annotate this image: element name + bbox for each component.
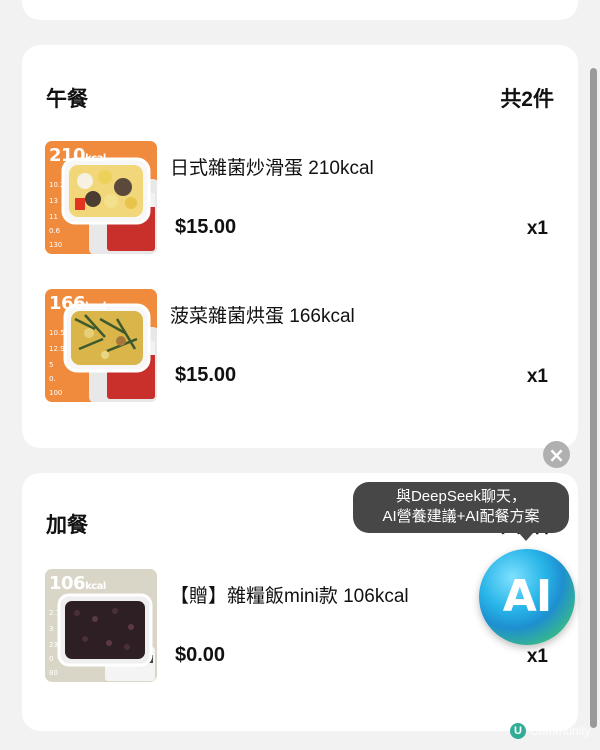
- svg-text:0: 0: [49, 655, 53, 663]
- ai-assistant-button[interactable]: AI: [479, 549, 575, 645]
- kcal-badge: 210kcal: [49, 145, 106, 166]
- watermark: U Community: [510, 723, 591, 739]
- list-item[interactable]: 10.5 12.9 5 0. 100 166kcal 菠菜雜菌烘蛋 166kca…: [45, 289, 558, 402]
- lunch-section-card: 午餐 共2件 10.2 13 11 0.6 130 210kcal 日式雜菌炒滑…: [22, 45, 578, 448]
- svg-text:130: 130: [49, 241, 62, 249]
- svg-text:3: 3: [49, 625, 53, 633]
- item-price: $15.00: [175, 364, 237, 386]
- community-logo-icon: U: [510, 723, 526, 739]
- svg-text:2.7: 2.7: [49, 609, 60, 617]
- tooltip-line-2: AI營養建議+AI配餐方案: [382, 508, 540, 525]
- item-price: $15.00: [175, 216, 237, 238]
- kcal-badge: 106kcal: [49, 573, 106, 594]
- ai-chat-tooltip[interactable]: 與DeepSeek聊天， AI營養建議+AI配餐方案: [353, 482, 569, 533]
- tooltip-line-1: 與DeepSeek聊天，: [395, 488, 527, 505]
- svg-text:23: 23: [49, 641, 58, 649]
- product-thumbnail[interactable]: 10.5 12.9 5 0. 100 166kcal: [45, 289, 157, 402]
- previous-section-card: [22, 0, 578, 20]
- tooltip-arrow: [518, 532, 534, 541]
- svg-text:11: 11: [49, 213, 58, 221]
- svg-text:10.5: 10.5: [49, 329, 65, 337]
- svg-text:5: 5: [49, 361, 53, 369]
- svg-text:13: 13: [49, 197, 58, 205]
- svg-text:0.: 0.: [49, 375, 56, 383]
- ai-fab-label: AI: [502, 571, 552, 622]
- svg-text:100: 100: [49, 389, 62, 397]
- section-title-extra: 加餐: [46, 514, 88, 537]
- product-thumbnail[interactable]: 10.2 13 11 0.6 130 210kcal: [45, 141, 157, 254]
- list-item[interactable]: 10.2 13 11 0.6 130 210kcal 日式雜菌炒滑蛋 210kc…: [45, 141, 558, 254]
- close-icon[interactable]: ×: [543, 441, 570, 468]
- item-name: 菠菜雜菌烘蛋 166kcal: [170, 306, 355, 327]
- section-count-lunch: 共2件: [500, 88, 554, 111]
- svg-text:10.2: 10.2: [49, 181, 65, 189]
- item-quantity: x1: [526, 218, 548, 239]
- item-name: 日式雜菌炒滑蛋 210kcal: [170, 158, 374, 179]
- kcal-badge: 166kcal: [49, 293, 106, 314]
- scrollbar[interactable]: [590, 68, 597, 728]
- item-quantity: x1: [526, 646, 548, 667]
- section-title-lunch: 午餐: [46, 88, 88, 111]
- item-price: $0.00: [175, 644, 226, 666]
- svg-text:80: 80: [49, 669, 58, 677]
- watermark-text: Community: [530, 724, 591, 738]
- svg-text:0.6: 0.6: [49, 227, 61, 235]
- product-thumbnail[interactable]: 2.7 3 23 0 80 106kcal: [45, 569, 157, 682]
- item-name: 【贈】雜糧飯mini款 106kcal: [170, 586, 409, 607]
- item-quantity: x1: [526, 366, 548, 387]
- svg-text:12.9: 12.9: [49, 345, 65, 353]
